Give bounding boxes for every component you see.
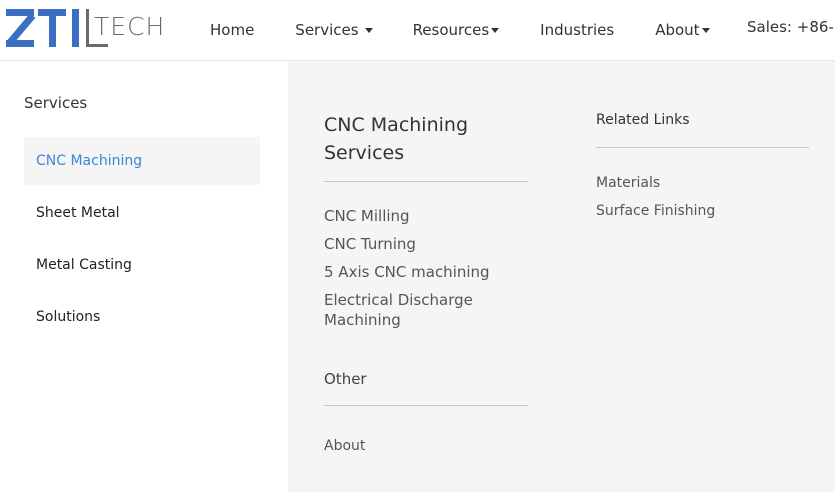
sidebar-item-label: Solutions — [36, 309, 101, 325]
other-heading: Other — [324, 370, 367, 388]
zti-logo-mark — [5, 9, 108, 49]
related-links-heading: Related Links — [596, 112, 690, 128]
sidebar-item-label: Sheet Metal — [36, 205, 120, 221]
sidebar-item-cnc-machining[interactable]: CNC Machining — [24, 137, 260, 185]
sales-contact[interactable]: Sales: +86-1 — [747, 18, 835, 36]
sidebar-item-metal-casting[interactable]: Metal Casting — [24, 241, 260, 289]
link-edm[interactable]: Electrical Discharge Machining — [324, 290, 504, 330]
nav-industries[interactable]: Industries — [540, 21, 614, 39]
main-nav: Home Services Resources Industries About — [210, 0, 710, 60]
sidebar-title: Services — [24, 94, 88, 112]
logo[interactable]: TECH — [5, 9, 164, 49]
link-about[interactable]: About — [324, 436, 528, 456]
site-header: TECH Home Services Resources Industries … — [0, 0, 835, 61]
nav-services[interactable]: Services — [295, 21, 373, 39]
services-menu-sidebar: Services CNC Machining Sheet Metal Metal… — [0, 61, 288, 492]
sidebar-item-label: Metal Casting — [36, 257, 132, 273]
cnc-services-column: CNC Machining Services CNC Milling CNC T… — [324, 111, 528, 456]
sidebar-item-label: CNC Machining — [36, 153, 143, 169]
cnc-links: CNC Milling CNC Turning 5 Axis CNC machi… — [324, 206, 528, 330]
sidebar-item-solutions[interactable]: Solutions — [24, 293, 260, 341]
link-5-axis-cnc[interactable]: 5 Axis CNC machining — [324, 262, 528, 282]
nav-resources-label: Resources — [412, 21, 490, 39]
nav-about[interactable]: About — [655, 21, 710, 39]
chevron-down-icon — [364, 27, 373, 33]
nav-industries-label: Industries — [540, 21, 615, 39]
link-cnc-turning[interactable]: CNC Turning — [324, 234, 528, 254]
column-heading: CNC Machining Services — [324, 114, 469, 164]
nav-home-label: Home — [210, 21, 255, 39]
related-links-column: Related Links Materials Surface Finishin… — [596, 112, 809, 219]
nav-about-label: About — [655, 21, 700, 39]
nav-home[interactable]: Home — [210, 21, 254, 39]
divider — [324, 405, 528, 406]
logo-text: TECH — [94, 12, 166, 41]
chevron-down-icon — [701, 27, 710, 33]
nav-resources[interactable]: Resources — [413, 21, 500, 39]
divider — [596, 147, 809, 148]
sidebar-item-sheet-metal[interactable]: Sheet Metal — [24, 189, 260, 237]
link-materials[interactable]: Materials — [596, 175, 809, 191]
link-surface-finishing[interactable]: Surface Finishing — [596, 203, 809, 219]
divider — [324, 181, 528, 182]
link-cnc-milling[interactable]: CNC Milling — [324, 206, 528, 226]
services-menu-content: CNC Machining Services CNC Milling CNC T… — [288, 61, 835, 492]
chevron-down-icon — [491, 27, 500, 33]
nav-services-label: Services — [295, 21, 359, 39]
